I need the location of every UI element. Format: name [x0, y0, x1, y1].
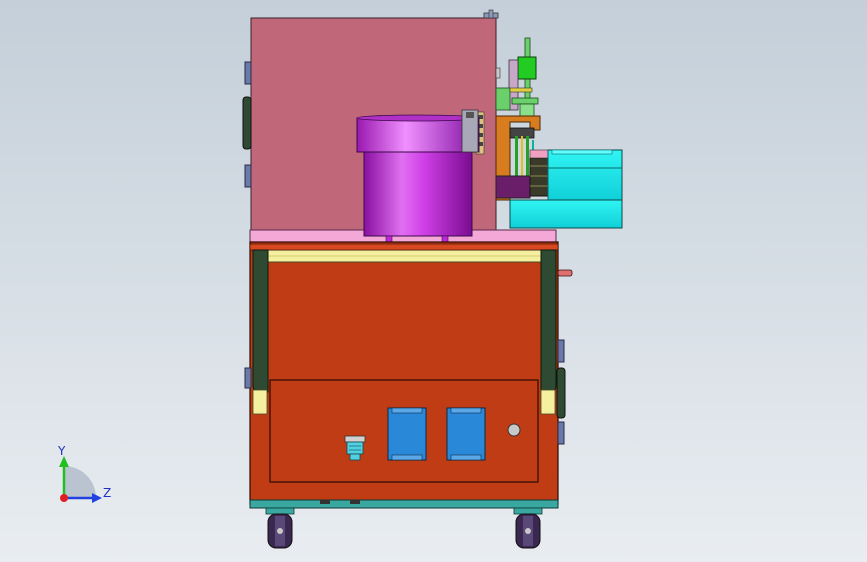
hopper-rim	[356, 117, 480, 153]
gear-rack	[529, 157, 551, 197]
side-knob	[557, 269, 573, 277]
cylinder-green	[517, 56, 537, 80]
indicator-lamp[interactable]	[507, 423, 521, 437]
machine-drawing: Y Z	[0, 0, 867, 562]
cabinet-hinge-bottom	[244, 164, 252, 188]
blue-switch-right[interactable]	[446, 407, 486, 461]
cabinet-handle	[242, 96, 252, 150]
blue-switch-left[interactable]	[387, 407, 427, 461]
cyan-upper-box	[547, 149, 623, 201]
left-side-rail	[252, 249, 269, 393]
control-panel[interactable]	[269, 379, 539, 483]
caster-wheel-left	[265, 507, 295, 549]
purple-block	[495, 175, 531, 199]
vibratory-bowl-hopper[interactable]	[356, 109, 480, 245]
caster-wheel-right	[513, 507, 543, 549]
cyan-lower-box	[509, 199, 623, 229]
right-side-rail	[540, 249, 557, 393]
cad-viewport[interactable]: Y Z	[0, 0, 867, 562]
cabinet-hinge-top	[244, 61, 252, 85]
x-axis-dot	[60, 494, 68, 502]
base-frame	[249, 499, 559, 509]
hopper-body	[363, 149, 473, 237]
y-axis-label: Y	[57, 444, 66, 458]
z-axis-label: Z	[103, 486, 111, 500]
